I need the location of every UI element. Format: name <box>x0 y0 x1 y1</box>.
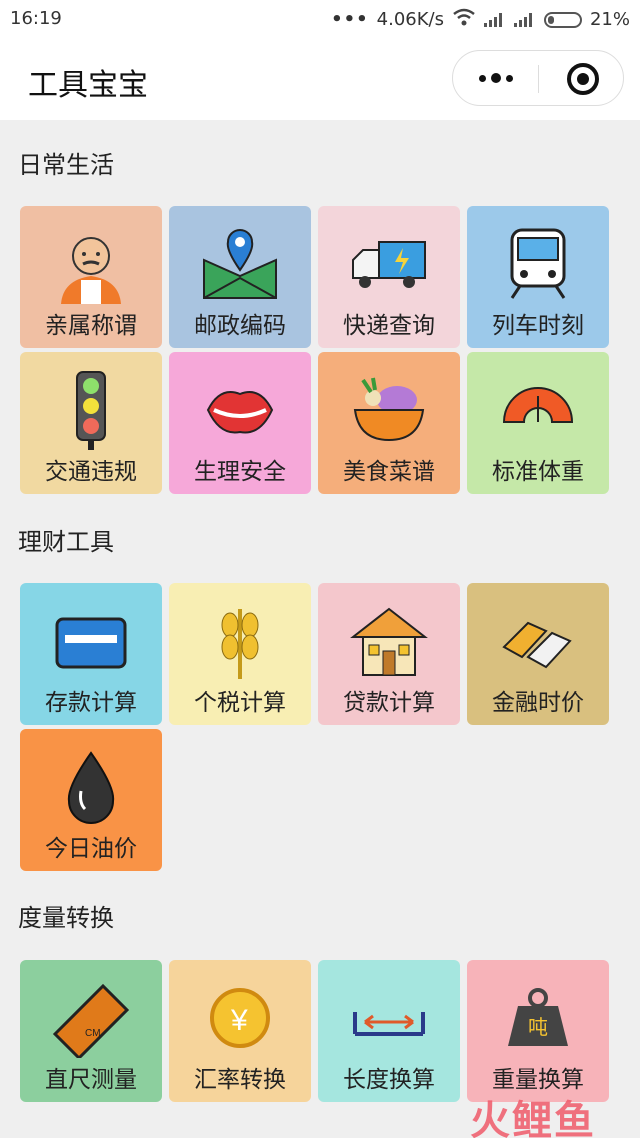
tool-tile[interactable]: 长度换算 <box>318 960 460 1102</box>
tool-tile[interactable]: 快递查询 <box>318 206 460 348</box>
signal-icon <box>513 12 536 27</box>
nav-bar: 工具宝宝 <box>0 38 640 120</box>
tool-tile[interactable]: 亲属称谓 <box>20 206 162 348</box>
close-miniprogram-button[interactable] <box>567 63 599 95</box>
dot-icon <box>505 74 513 82</box>
tool-label: 列车时刻 <box>492 313 584 339</box>
tool-tile[interactable]: 美食菜谱 <box>318 352 460 494</box>
miniprogram-capsule <box>452 50 624 106</box>
scale-gauge-icon <box>498 370 578 450</box>
weight-unit-text: 吨 <box>528 1015 548 1039</box>
tool-tile[interactable]: 个税计算 <box>169 583 311 725</box>
tool-tile[interactable]: 标准体重 <box>467 352 609 494</box>
tool-label: 交通违规 <box>45 459 137 485</box>
tool-label: 存款计算 <box>45 690 137 716</box>
signal-icon <box>483 12 506 27</box>
battery-percent: 21% <box>589 9 630 30</box>
tool-label: 邮政编码 <box>194 313 286 339</box>
tool-label: 美食菜谱 <box>343 459 435 485</box>
tool-tile[interactable]: 交通违规 <box>20 352 162 494</box>
battery-icon <box>543 11 582 28</box>
tool-tile[interactable]: 邮政编码 <box>169 206 311 348</box>
delivery-truck-icon <box>349 224 429 304</box>
wifi-icon <box>452 8 476 31</box>
tool-tile[interactable]: 吨重量换算 <box>467 960 609 1102</box>
more-menu-button[interactable] <box>453 51 538 105</box>
house-icon <box>349 601 429 681</box>
tool-label: 快递查询 <box>343 313 435 339</box>
dot-icon <box>490 73 501 83</box>
section-title: 日常生活 <box>18 151 114 179</box>
capsule-divider <box>538 65 539 93</box>
tool-tile[interactable]: 金融时价 <box>467 583 609 725</box>
map-pin-icon <box>200 224 280 304</box>
weight-icon: 吨 <box>498 978 578 1058</box>
status-bar: 16:19 ••• 4.06K/s 21% <box>0 0 640 38</box>
wheat-icon <box>200 601 280 681</box>
length-arrow-icon <box>349 978 429 1058</box>
oil-drop-icon <box>51 747 131 827</box>
lips-icon <box>200 370 280 450</box>
tool-label: 生理安全 <box>194 459 286 485</box>
dot-icon <box>478 74 486 82</box>
page-title: 工具宝宝 <box>28 68 148 103</box>
section-title: 理财工具 <box>18 528 114 556</box>
tool-label: 金融时价 <box>492 690 584 716</box>
food-bowl-icon <box>349 370 429 450</box>
tool-tile[interactable]: CM 直尺测量 <box>20 960 162 1102</box>
tool-label: 汇率转换 <box>194 1067 286 1093</box>
status-right: ••• 4.06K/s 21% <box>331 8 630 31</box>
tool-label: 长度换算 <box>343 1067 435 1093</box>
bank-card-icon <box>51 601 131 681</box>
tool-tile[interactable]: ¥ 汇率转换 <box>169 960 311 1102</box>
tool-tile[interactable]: 列车时刻 <box>467 206 609 348</box>
tool-label: 亲属称谓 <box>45 313 137 339</box>
elder-man-icon <box>51 224 131 304</box>
status-more-dots: ••• <box>331 9 369 30</box>
ruler-unit-text: CM <box>85 1028 101 1039</box>
ruler-icon: CM <box>51 978 131 1061</box>
section-title: 度量转换 <box>18 904 114 932</box>
tool-tile[interactable]: 贷款计算 <box>318 583 460 725</box>
traffic-light-icon <box>51 370 131 450</box>
tool-label: 今日油价 <box>45 836 137 862</box>
tool-label: 个税计算 <box>194 690 286 716</box>
tool-tile[interactable]: 生理安全 <box>169 352 311 494</box>
watermark: 火鲤鱼 <box>470 1098 596 1138</box>
train-icon <box>498 224 578 304</box>
gold-bars-icon <box>498 601 578 681</box>
status-network-speed: 4.06K/s <box>376 9 444 30</box>
tool-label: 标准体重 <box>492 459 584 485</box>
status-time: 16:19 <box>10 8 62 29</box>
tool-label: 直尺测量 <box>45 1067 137 1093</box>
yuan-coin-icon: ¥ <box>200 978 280 1058</box>
tool-tile[interactable]: 今日油价 <box>20 729 162 871</box>
tool-label: 贷款计算 <box>343 690 435 716</box>
tool-tile[interactable]: 存款计算 <box>20 583 162 725</box>
coin-symbol-text: ¥ <box>230 1004 248 1037</box>
